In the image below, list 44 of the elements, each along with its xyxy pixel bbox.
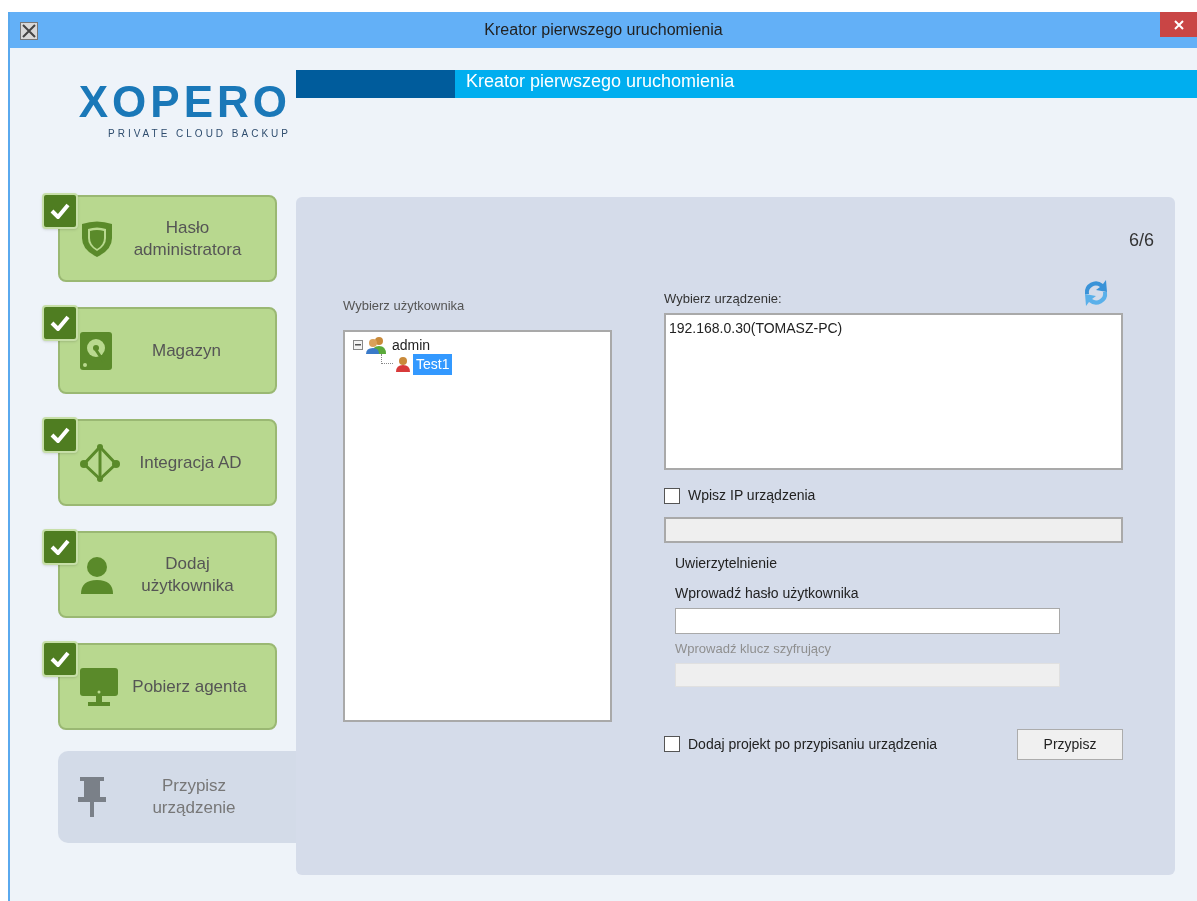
close-icon[interactable] [1173, 19, 1184, 30]
field-label: Wybierz urządzenie: [664, 289, 782, 308]
wizard-step[interactable]: Hasło administratora [58, 195, 277, 282]
shield-icon [80, 219, 114, 258]
banner-title: Kreator pierwszego uruchomienia [455, 70, 1197, 98]
assign-button[interactable]: Przypisz [1017, 728, 1123, 760]
logo: XOPERO PRIVATE CLOUD BACKUP [77, 78, 291, 141]
wizard-step[interactable]: Integracja AD [58, 419, 277, 506]
user-icon [80, 555, 114, 594]
checkbox-label: Dodaj projekt po przypisaniu urządzenia [688, 734, 938, 754]
user-icon [396, 356, 410, 372]
close-button[interactable] [1160, 12, 1197, 37]
wizard-step[interactable]: Dodaj użytkownika [58, 531, 277, 618]
tree-item[interactable]: Test1 [413, 353, 453, 375]
tree-item[interactable]: admin [389, 334, 434, 356]
step-label: Hasło administratora [132, 216, 243, 261]
step-label: Magazyn [151, 339, 222, 362]
app-icon [20, 22, 38, 40]
user-group-icon [366, 336, 386, 354]
field-label: Wprowadź hasło użytkownika [675, 584, 860, 603]
step-label: Pobierz agenta [131, 675, 248, 698]
checkbox-label: Wpisz IP urządzenia [688, 486, 816, 505]
device-list[interactable]: 192.168.0.30(TOMASZ-PC) [664, 313, 1123, 470]
wizard-step[interactable]: Przypisz urządzenie [58, 751, 296, 843]
wizard-step[interactable]: Magazyn [58, 307, 277, 394]
user-tree[interactable]: admin Test1 [343, 329, 612, 722]
checkbox[interactable] [664, 487, 680, 504]
hard-drive-icon [80, 331, 112, 370]
step-label: Przypisz urządzenie [151, 775, 237, 819]
step-counter: 6/6 [1128, 229, 1154, 252]
wizard-step[interactable]: Pobierz agenta [58, 643, 277, 730]
checkbox[interactable] [664, 736, 680, 752]
monitor-icon [80, 667, 118, 706]
step-label: Integracja AD [138, 451, 243, 474]
section-title: Uwierzytelnienie [675, 554, 778, 573]
collapse-toggle-icon[interactable] [353, 340, 363, 350]
network-icon [80, 443, 120, 482]
field-label: Wprowadź klucz szyfrujący [675, 640, 833, 658]
password-field[interactable] [675, 608, 1060, 634]
window-title: Kreator pierwszego uruchomienia [483, 20, 724, 40]
list-item[interactable]: 192.168.0.30(TOMASZ-PC) [668, 318, 1119, 339]
step-label: Dodaj użytkownika [140, 552, 235, 597]
field-label: Wybierz użytkownika [343, 297, 466, 315]
pushpin-icon [78, 777, 106, 817]
